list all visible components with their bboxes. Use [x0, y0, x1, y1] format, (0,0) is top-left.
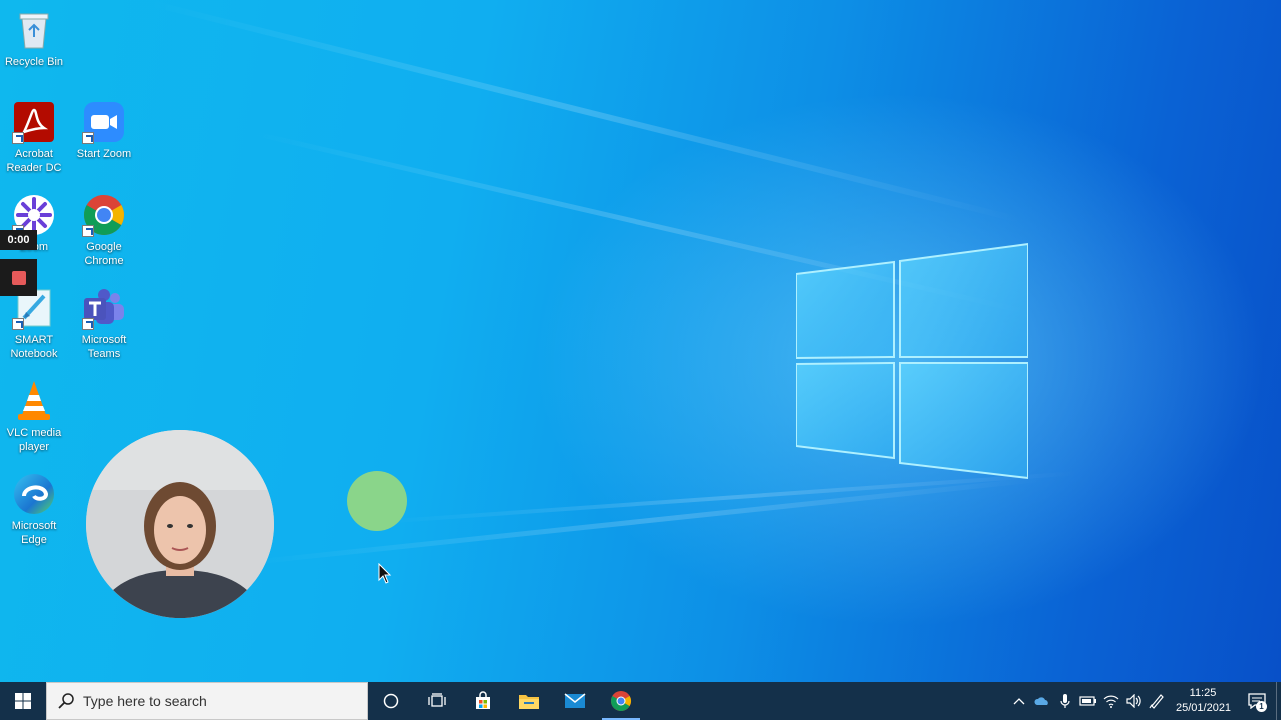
battery-icon — [1078, 696, 1096, 706]
taskbar-file-explorer[interactable] — [506, 682, 552, 720]
desktop-icon-vlc[interactable]: VLC media player — [0, 379, 68, 454]
chevron-up-icon — [1013, 698, 1024, 705]
recording-timer: 0:00 — [0, 230, 37, 250]
acrobat-reader-icon — [12, 100, 56, 144]
show-desktop-button[interactable] — [1276, 682, 1281, 720]
desktop-icon-label: Acrobat Reader DC — [6, 148, 62, 174]
cortana-button[interactable] — [368, 682, 414, 720]
search-icon — [58, 693, 74, 709]
zoom-icon — [82, 100, 126, 144]
task-view-icon — [428, 693, 446, 707]
taskbar-clock[interactable]: 11:25 25/01/2021 — [1168, 686, 1238, 716]
shortcut-arrow-icon — [12, 132, 24, 144]
tray-onedrive[interactable] — [1030, 682, 1053, 720]
taskbar-search-box[interactable]: Type here to search — [46, 682, 368, 720]
cortana-icon — [383, 693, 399, 709]
light-beam — [149, 0, 1024, 224]
webcam-bubble[interactable] — [86, 430, 274, 618]
file-explorer-icon — [519, 695, 539, 709]
chrome-icon — [611, 691, 631, 711]
volume-icon — [1125, 694, 1141, 708]
taskbar-microsoft-store[interactable] — [460, 682, 506, 720]
teams-icon — [82, 286, 126, 330]
onedrive-icon — [1033, 697, 1048, 705]
desktop-icon-recycle-bin[interactable]: Recycle Bin — [0, 8, 68, 69]
taskbar: Type here to search 11:25 25/01/2021 1 — [0, 682, 1281, 720]
mouse-cursor-icon — [378, 563, 392, 584]
desktop-icon-start-zoom[interactable]: Start Zoom — [70, 100, 138, 161]
click-highlight-indicator — [347, 471, 407, 531]
desktop-icon-microsoft-teams[interactable]: Microsoft Teams — [70, 286, 138, 361]
stop-record-icon — [11, 270, 26, 285]
edge-icon — [12, 472, 56, 516]
tray-wifi[interactable] — [1099, 682, 1122, 720]
desktop-icon-label: Microsoft Edge — [11, 520, 57, 546]
clock-date: 25/01/2021 — [1176, 702, 1232, 714]
notification-count-badge: 1 — [1256, 701, 1267, 712]
pen-icon — [1148, 694, 1164, 709]
windows-start-icon — [15, 693, 31, 709]
tray-pen[interactable] — [1145, 682, 1168, 720]
start-button[interactable] — [0, 682, 46, 720]
webcam-person-image — [86, 430, 274, 618]
tray-microphone[interactable] — [1053, 682, 1076, 720]
tray-volume[interactable] — [1122, 682, 1145, 720]
desktop-icon-label: SMART Notebook — [10, 334, 58, 360]
desktop-icon-acrobat[interactable]: Acrobat Reader DC — [0, 100, 68, 175]
task-view-button[interactable] — [414, 682, 460, 720]
tray-battery[interactable] — [1076, 682, 1099, 720]
desktop[interactable]: Recycle Bin Acrobat Reader DC Start Zoom — [0, 0, 1281, 682]
desktop-icon-label: Start Zoom — [76, 148, 132, 160]
system-tray: 11:25 25/01/2021 1 — [1007, 682, 1281, 720]
shortcut-arrow-icon — [82, 225, 94, 237]
vlc-icon — [12, 379, 56, 423]
desktop-icon-smart-notebook[interactable]: SMART Notebook — [0, 286, 68, 361]
desktop-icon-label: VLC media player — [6, 427, 62, 453]
desktop-icon-microsoft-edge[interactable]: Microsoft Edge — [0, 472, 68, 547]
show-hidden-icons-button[interactable] — [1007, 682, 1030, 720]
clock-time: 11:25 — [1189, 687, 1217, 699]
recycle-bin-icon — [12, 8, 56, 52]
taskbar-google-chrome[interactable] — [598, 682, 644, 720]
desktop-icon-label: Recycle Bin — [4, 56, 64, 68]
shortcut-arrow-icon — [82, 318, 94, 330]
desktop-icon-google-chrome[interactable]: Google Chrome — [70, 193, 138, 268]
mail-icon — [564, 693, 586, 708]
windows-logo — [796, 242, 1028, 480]
wifi-icon — [1103, 695, 1118, 708]
microsoft-store-icon — [476, 691, 490, 709]
action-center-button[interactable]: 1 — [1238, 682, 1276, 720]
chrome-icon — [82, 193, 126, 237]
taskbar-mail[interactable] — [552, 682, 598, 720]
shortcut-arrow-icon — [82, 132, 94, 144]
desktop-icon-label: Microsoft Teams — [81, 334, 127, 360]
microphone-icon — [1059, 694, 1070, 708]
search-placeholder: Type here to search — [83, 693, 207, 709]
desktop-icon-label: Google Chrome — [84, 241, 124, 267]
stop-record-button[interactable] — [0, 259, 37, 296]
shortcut-arrow-icon — [12, 318, 24, 330]
